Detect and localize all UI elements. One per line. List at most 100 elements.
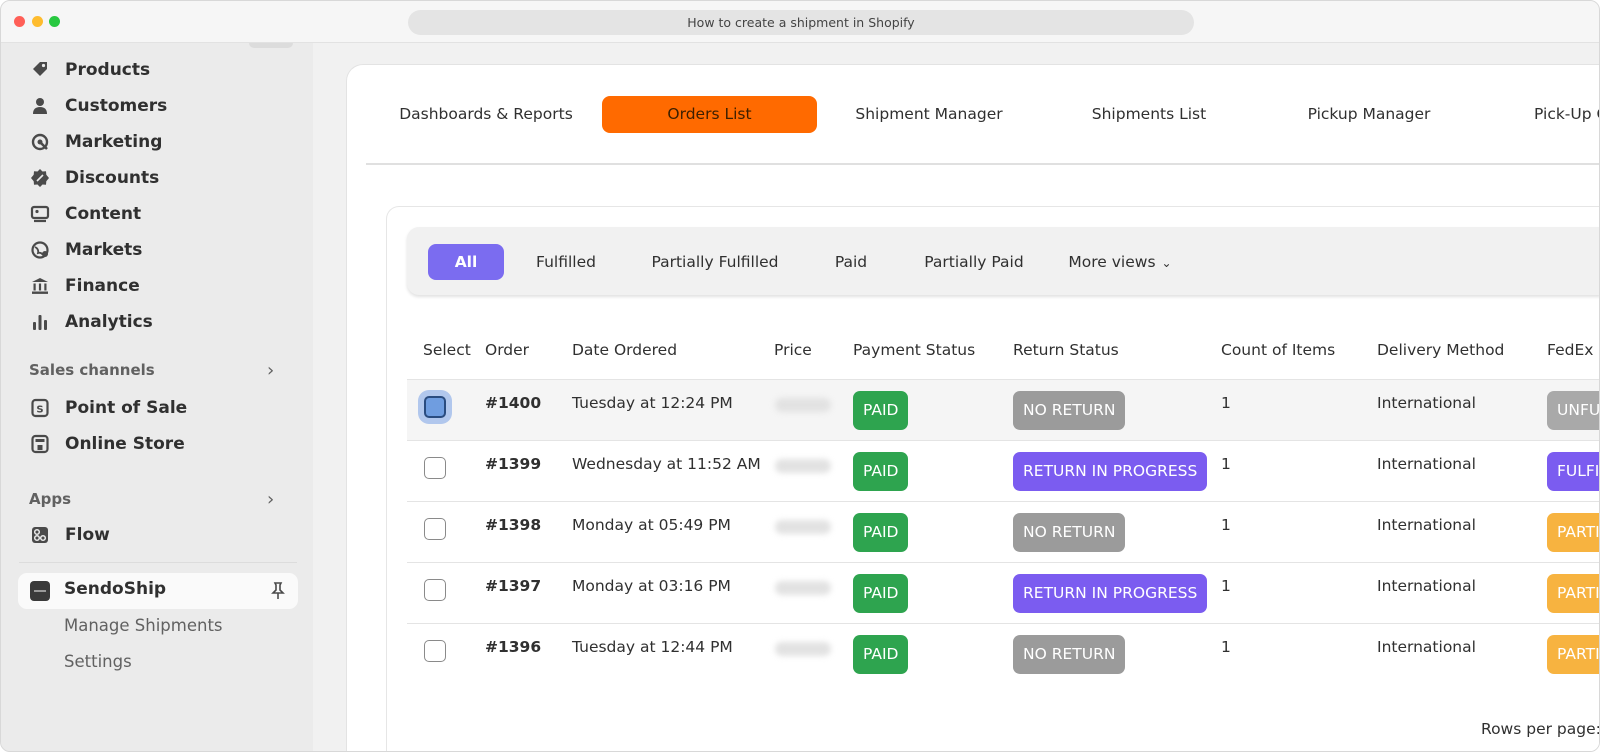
price-blurred: [775, 581, 831, 595]
sidebar-item-discounts[interactable]: Discounts: [29, 164, 159, 192]
filter-more-views[interactable]: More views ⌄: [1059, 244, 1181, 280]
payment-status-badge: PAID: [853, 452, 909, 491]
order-number[interactable]: #1399: [485, 455, 541, 473]
person-icon: [29, 95, 51, 117]
sidebar-item-marketing[interactable]: Marketing: [29, 128, 162, 156]
column-header-delivery-method[interactable]: Delivery Method: [1377, 341, 1504, 359]
row-select-checkbox[interactable]: [424, 396, 446, 418]
column-header-date-ordered[interactable]: Date Ordered: [572, 341, 677, 359]
sidebar-item-label: Discounts: [65, 168, 160, 188]
sidebar-item-content[interactable]: Content: [29, 200, 141, 228]
payment-status-badge: PAID: [853, 574, 909, 613]
sidebar-divider: [19, 562, 297, 563]
fedex-status-badge: PARTI: [1547, 513, 1599, 552]
close-window-button[interactable]: [14, 16, 25, 27]
column-header-price[interactable]: Price: [774, 341, 812, 359]
bank-icon: [29, 275, 51, 297]
sidebar-subitem-settings[interactable]: Settings: [64, 652, 132, 671]
tabs-divider: [366, 163, 1599, 165]
order-date: Wednesday at 11:52 AM: [572, 455, 761, 473]
column-header-fedex-status[interactable]: FedEx S: [1547, 341, 1599, 359]
pos-icon: S: [29, 397, 51, 419]
return-status-badge: RETURN IN PROGRESS: [1013, 574, 1208, 613]
order-number[interactable]: #1400: [485, 394, 541, 412]
minimize-window-button[interactable]: [32, 16, 43, 27]
tab-pick-up-c[interactable]: Pick-Up C: [1534, 96, 1599, 133]
order-number[interactable]: #1396: [485, 638, 541, 656]
address-bar[interactable]: How to create a shipment in Shopify: [408, 10, 1194, 35]
sidebar-item-flow[interactable]: Flow: [29, 521, 110, 549]
tab-orders-list[interactable]: Orders List: [602, 96, 817, 133]
payment-status-badge: PAID: [853, 513, 909, 552]
tab-pickup-manager[interactable]: Pickup Manager: [1293, 96, 1445, 133]
payment-status-badge: PAID: [853, 635, 909, 674]
order-number[interactable]: #1397: [485, 577, 541, 595]
item-count: 1: [1221, 638, 1231, 656]
title-bar: How to create a shipment in Shopify: [1, 1, 1599, 43]
order-number[interactable]: #1398: [485, 516, 541, 534]
item-count: 1: [1221, 577, 1231, 595]
sendoship-label: SendoShip: [64, 579, 167, 599]
chevron-right-icon[interactable]: ›: [267, 360, 274, 381]
globe-icon: [29, 239, 51, 261]
rows-per-page-label: Rows per page:: [1481, 720, 1600, 738]
bar-chart-icon: [29, 311, 51, 333]
filter-partially-paid[interactable]: Partially Paid: [915, 244, 1033, 280]
tab-dashboards-reports[interactable]: Dashboards & Reports: [397, 96, 575, 133]
row-select-checkbox[interactable]: [424, 579, 446, 601]
sidebar-item-sendoship[interactable]: SendoShip: [18, 573, 298, 609]
row-select-checkbox[interactable]: [424, 518, 446, 540]
browser-window: How to create a shipment in Shopify Prod…: [0, 0, 1600, 752]
sidebar-item-products[interactable]: Products: [29, 56, 150, 84]
sidebar-item-customers[interactable]: Customers: [29, 92, 167, 120]
row-select-checkbox[interactable]: [424, 640, 446, 662]
price-blurred: [775, 520, 831, 534]
column-header-payment-status[interactable]: Payment Status: [853, 341, 975, 359]
svg-text:S: S: [36, 405, 43, 416]
filter-all[interactable]: All: [428, 244, 504, 280]
maximize-window-button[interactable]: [49, 16, 60, 27]
sidebar-item-label: Point of Sale: [65, 398, 188, 418]
price-blurred: [775, 642, 831, 656]
tag-icon: [29, 59, 51, 81]
chevron-down-icon: ⌄: [1161, 256, 1172, 270]
sidebar-item-label: Marketing: [65, 132, 163, 152]
sidebar-item-markets[interactable]: Markets: [29, 236, 142, 264]
payment-status-badge: PAID: [853, 391, 909, 430]
sidebar-item-online-store[interactable]: Online Store: [29, 430, 185, 458]
store-icon: [29, 433, 51, 455]
row-select-checkbox[interactable]: [424, 457, 446, 479]
item-count: 1: [1221, 516, 1231, 534]
filter-fulfilled[interactable]: Fulfilled: [525, 244, 607, 280]
return-status-badge: NO RETURN: [1013, 391, 1126, 430]
discount-icon: [29, 167, 51, 189]
delivery-method: International: [1377, 516, 1476, 534]
delivery-method: International: [1377, 455, 1476, 473]
sidebar-subitem-manage-shipments[interactable]: Manage Shipments: [64, 616, 223, 635]
tab-shipment-manager[interactable]: Shipment Manager: [843, 96, 1015, 133]
sidebar-item-finance[interactable]: Finance: [29, 272, 140, 300]
item-count: 1: [1221, 455, 1231, 473]
price-blurred: [775, 459, 831, 473]
delivery-method: International: [1377, 577, 1476, 595]
pin-icon[interactable]: [268, 581, 288, 601]
tab-shipments-list[interactable]: Shipments List: [1073, 96, 1225, 133]
filter-partially-fulfilled[interactable]: Partially Fulfilled: [642, 244, 788, 280]
column-header-count-of-items[interactable]: Count of Items: [1221, 341, 1335, 359]
fedex-status-badge: PARTI: [1547, 574, 1599, 613]
sidebar-item-analytics[interactable]: Analytics: [29, 308, 153, 336]
column-header-return-status[interactable]: Return Status: [1013, 341, 1119, 359]
sidebar-item-label: Markets: [65, 240, 143, 260]
order-date: Monday at 05:49 PM: [572, 516, 731, 534]
sidebar-item-label: Content: [65, 204, 142, 224]
sidebar-item-point-of-sale[interactable]: S Point of Sale: [29, 394, 187, 422]
order-date: Monday at 03:16 PM: [572, 577, 731, 595]
sidebar-item-label: Customers: [65, 96, 168, 116]
column-header-order[interactable]: Order: [485, 341, 529, 359]
target-icon: [29, 131, 51, 153]
chevron-right-icon[interactable]: ›: [267, 489, 274, 510]
filter-paid[interactable]: Paid: [821, 244, 881, 280]
fedex-status-badge: FULFI: [1547, 452, 1599, 491]
sales-channels-heading: Sales channels: [29, 361, 155, 379]
sidebar-item-label: Finance: [65, 276, 140, 296]
